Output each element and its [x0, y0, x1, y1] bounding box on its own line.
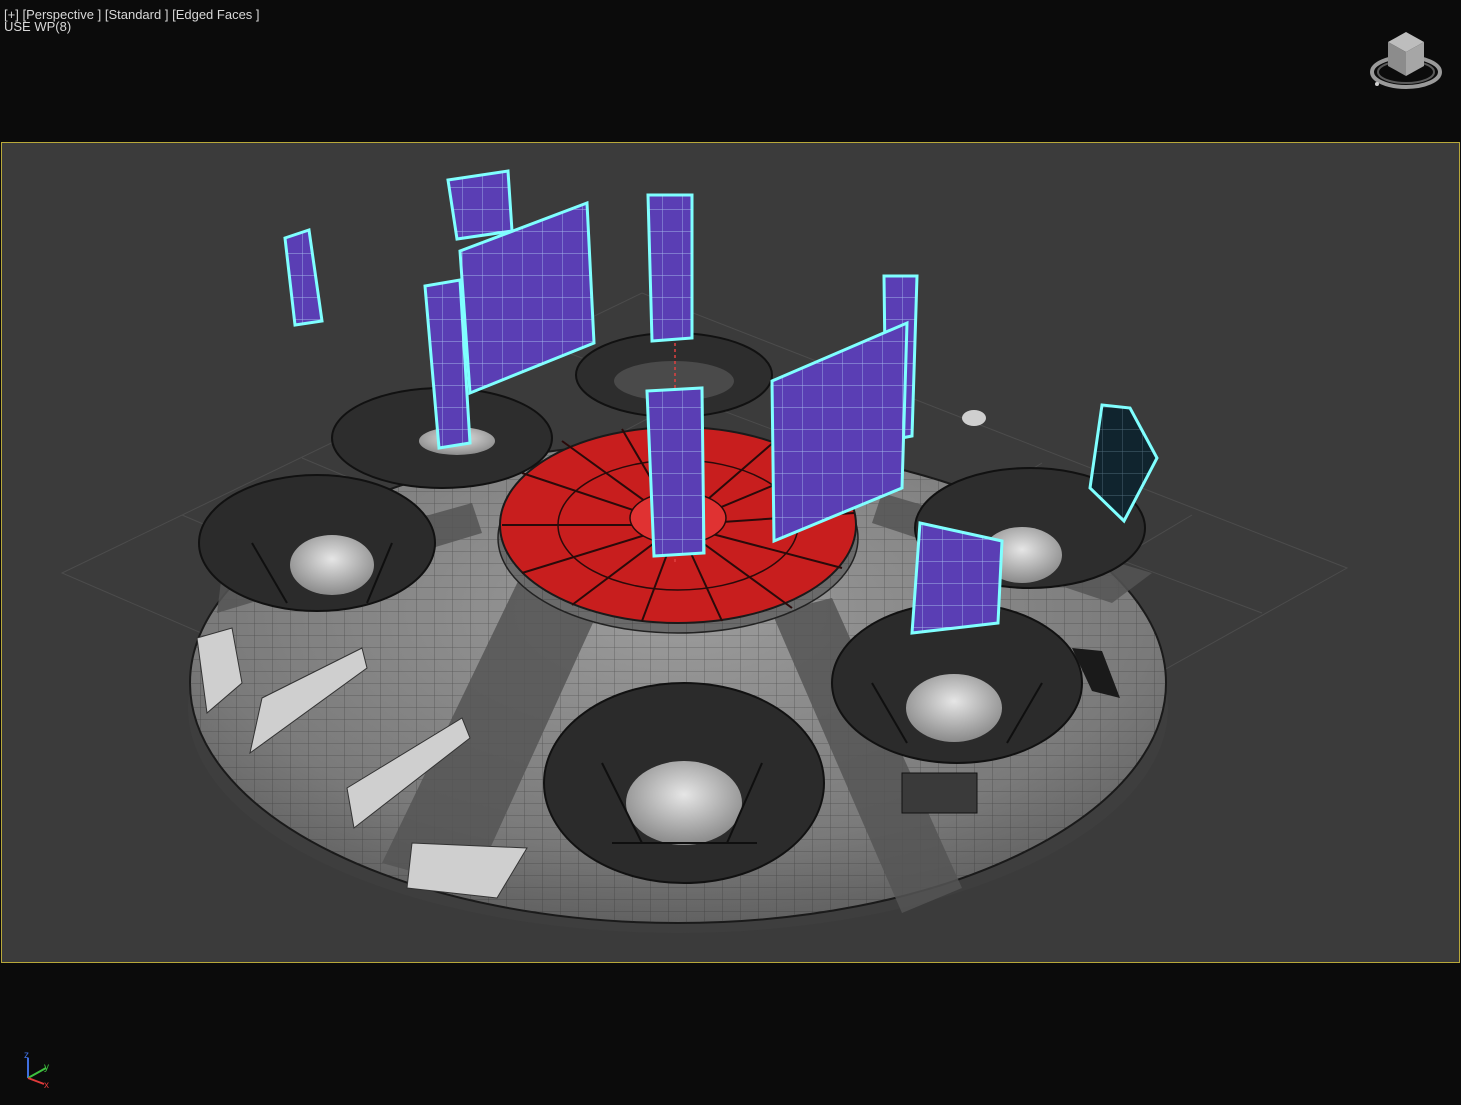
- viewport-display-label[interactable]: [Edged Faces ]: [172, 7, 259, 22]
- viewport-shading-label[interactable]: [Standard ]: [105, 7, 169, 22]
- panel-tall-center-front: [645, 386, 706, 558]
- axis-z-label: z: [24, 1050, 29, 1061]
- workplane-label: USE WP(8): [4, 19, 72, 34]
- panel-far-left: [283, 228, 324, 327]
- viewport-render-area[interactable]: [1, 142, 1460, 963]
- panel-top-left-box: [446, 169, 514, 241]
- panel-front-right-box: [910, 521, 1004, 635]
- axis-tripod-icon: z y x: [18, 1046, 58, 1091]
- perspective-viewport[interactable]: [+] [Perspective ] [Standard ] [Edged Fa…: [0, 0, 1461, 1105]
- axis-x-label: x: [44, 1080, 49, 1090]
- axis-y-label: y: [44, 1062, 49, 1073]
- viewcube-icon[interactable]: [1368, 28, 1444, 94]
- panel-tall-center-back: [646, 193, 694, 343]
